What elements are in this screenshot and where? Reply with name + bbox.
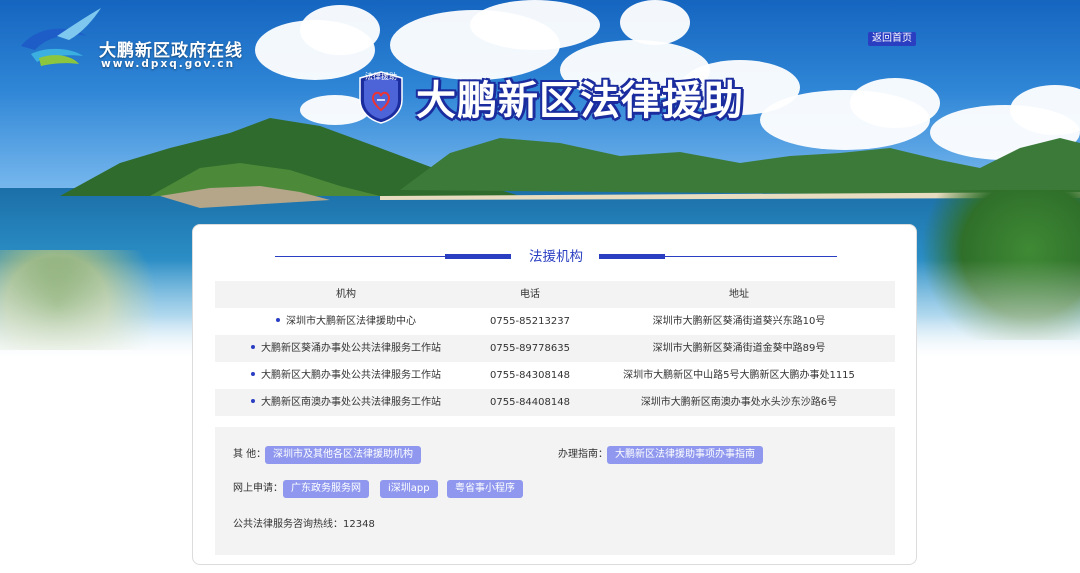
bullet-icon xyxy=(251,372,255,376)
cloud xyxy=(470,0,600,50)
badge-text: 法律援助 xyxy=(365,72,397,81)
org-tel: 0755-84408148 xyxy=(490,397,570,408)
bullet-icon xyxy=(251,399,255,403)
table-row: 大鹏新区大鹏办事处公共法律服务工作站 0755-84308148 深圳市大鹏新区… xyxy=(215,362,895,389)
table-row: 大鹏新区南澳办事处公共法律服务工作站 0755-84408148 深圳市大鹏新区… xyxy=(215,389,895,416)
bullet-icon xyxy=(251,345,255,349)
org-name[interactable]: 深圳市大鹏新区法律援助中心 xyxy=(215,308,477,335)
guide-link[interactable]: 大鹏新区法律援助事项办事指南 xyxy=(607,446,763,464)
divider-line-right xyxy=(665,256,837,257)
divider-bar-right xyxy=(599,254,665,259)
cloud xyxy=(300,5,380,55)
org-tel: 0755-84308148 xyxy=(490,370,570,381)
org-addr: 深圳市大鹏新区中山路5号大鹏新区大鹏办事处1115 xyxy=(623,370,855,381)
table-row: 大鹏新区葵涌办事处公共法律服务工作站 0755-89778635 深圳市大鹏新区… xyxy=(215,335,895,362)
yueshengshi-link[interactable]: 粤省事小程序 xyxy=(447,480,523,498)
column-header-addr: 地址 xyxy=(729,289,749,300)
guide-label: 办理指南： xyxy=(558,449,608,460)
org-addr: 深圳市大鹏新区葵涌街道金葵中路89号 xyxy=(652,343,826,354)
org-table: 机构 电话 地址 深圳市大鹏新区法律援助中心 0755-85213237 深圳市… xyxy=(215,281,895,416)
section-title: 法援机构 xyxy=(529,249,583,265)
apply-label: 网上申请： xyxy=(233,483,283,494)
info-panel: 其 他： 深圳市及其他各区法律援助机构 办理指南： 大鹏新区法律援助事项办事指南… xyxy=(215,427,895,555)
org-name[interactable]: 大鹏新区南澳办事处公共法律服务工作站 xyxy=(215,389,477,416)
bullet-icon xyxy=(276,318,280,322)
bird-logo-icon xyxy=(21,8,101,66)
other-orgs-link[interactable]: 深圳市及其他各区法律援助机构 xyxy=(265,446,421,464)
org-addr: 深圳市大鹏新区葵涌街道葵兴东路10号 xyxy=(652,316,826,327)
org-name[interactable]: 大鹏新区大鹏办事处公共法律服务工作站 xyxy=(215,362,477,389)
other-label: 其 他： xyxy=(233,449,267,460)
table-row: 深圳市大鹏新区法律援助中心 0755-85213237 深圳市大鹏新区葵涌街道葵… xyxy=(215,308,895,335)
hotline-text: 公共法律服务咨询热线：12348 xyxy=(233,519,375,530)
guangdong-service-link[interactable]: 广东政务服务网 xyxy=(283,480,369,498)
section-header: 法援机构 xyxy=(275,247,837,267)
site-logo[interactable]: 大鹏新区政府在线 www.dpxq.gov.cn xyxy=(17,6,257,70)
page-title: 大鹏新区法律援助 xyxy=(416,78,744,124)
org-name[interactable]: 大鹏新区葵涌办事处公共法律服务工作站 xyxy=(215,335,477,362)
table-header: 机构 电话 地址 xyxy=(215,281,895,308)
ishenzhen-app-link[interactable]: i深圳app xyxy=(380,480,438,498)
home-link[interactable]: 返回首页 xyxy=(868,32,916,46)
org-tel: 0755-89778635 xyxy=(490,343,570,354)
org-tel: 0755-85213237 xyxy=(490,316,570,327)
site-url: www.dpxq.gov.cn xyxy=(101,58,236,70)
content-card: 法援机构 机构 电话 地址 深圳市大鹏新区法律援助中心 0755-8521323… xyxy=(192,224,917,565)
cloud xyxy=(620,0,690,45)
org-addr: 深圳市大鹏新区南澳办事处水头沙东沙路6号 xyxy=(640,397,838,408)
column-header-org: 机构 xyxy=(336,289,356,300)
column-header-tel: 电话 xyxy=(520,289,540,300)
